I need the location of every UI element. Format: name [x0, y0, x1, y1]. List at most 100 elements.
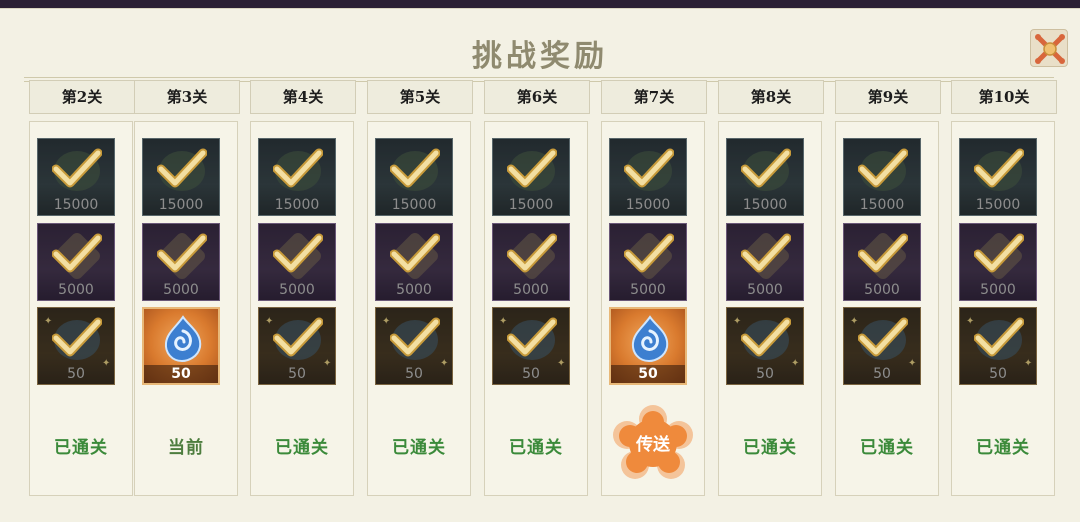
ore-reward[interactable]: 5000 [726, 223, 804, 301]
ore-reward[interactable]: 5000 [959, 223, 1037, 301]
reward-amount: 15000 [274, 197, 320, 213]
reward-amount: 5000 [864, 282, 900, 298]
checkmark-icon [273, 233, 323, 273]
reward-amount: 50 [144, 365, 218, 383]
checkmark-icon [390, 317, 440, 357]
reward-amount: 50 [405, 366, 423, 382]
stage-cleared-status: 已通关 [743, 438, 797, 458]
silver-coin-reward[interactable]: 15000 [142, 138, 220, 216]
reward-amount: 50 [873, 366, 891, 382]
silver-coin-reward[interactable]: 15000 [492, 138, 570, 216]
gem-reward[interactable]: ✦ ✦ 50 [258, 307, 336, 385]
ore-reward[interactable]: 5000 [609, 223, 687, 301]
checkmark-icon [52, 233, 102, 273]
checkmark-icon [858, 317, 908, 357]
gem-reward[interactable]: ✦ ✦ 50 [375, 307, 453, 385]
stage-label: 第9关 [835, 80, 941, 114]
silver-coin-reward[interactable]: 15000 [843, 138, 921, 216]
checkmark-icon [858, 233, 908, 273]
spiral-gem-icon [631, 315, 669, 363]
checkmark-icon [507, 148, 557, 188]
reward-amount: 15000 [625, 197, 671, 213]
checkmark-icon [624, 233, 674, 273]
reward-amount: 5000 [630, 282, 666, 298]
reward-amount: 5000 [279, 282, 315, 298]
silver-coin-reward[interactable]: 15000 [375, 138, 453, 216]
gem-reward[interactable]: 50 [142, 307, 220, 385]
checkmark-icon [390, 148, 440, 188]
checkmark-icon [741, 148, 791, 188]
reward-amount: 15000 [859, 197, 905, 213]
reward-amount: 50 [67, 366, 85, 382]
stage-label: 第3关 [134, 80, 240, 114]
silver-coin-reward[interactable]: 15000 [258, 138, 336, 216]
checkmark-icon [507, 233, 557, 273]
stage-label: 第5关 [367, 80, 473, 114]
stage-cleared-status: 已通关 [54, 438, 108, 458]
stage-label: 第4关 [250, 80, 356, 114]
reward-amount: 50 [989, 366, 1007, 382]
stage-cleared-status: 已通关 [976, 438, 1030, 458]
stage-cleared-status: 已通关 [392, 438, 446, 458]
reward-amount: 15000 [391, 197, 437, 213]
ore-reward[interactable]: 5000 [492, 223, 570, 301]
reward-amount: 50 [611, 365, 685, 383]
checkmark-icon [390, 233, 440, 273]
gem-reward[interactable]: ✦ ✦ 50 [959, 307, 1037, 385]
silver-coin-reward[interactable]: 15000 [959, 138, 1037, 216]
stage-cleared-status: 已通关 [860, 438, 914, 458]
silver-coin-reward[interactable]: 15000 [726, 138, 804, 216]
gem-reward[interactable]: ✦ ✦ 50 [492, 307, 570, 385]
reward-amount: 5000 [58, 282, 94, 298]
checkmark-icon [741, 317, 791, 357]
reward-amount: 5000 [980, 282, 1016, 298]
checkmark-icon [974, 233, 1024, 273]
checkmark-icon [974, 148, 1024, 188]
checkmark-icon [52, 317, 102, 357]
reward-amount: 50 [756, 366, 774, 382]
stage-label: 第2关 [29, 80, 135, 114]
ore-reward[interactable]: 5000 [142, 223, 220, 301]
title-divider [24, 77, 1054, 78]
gem-reward[interactable]: ✦ ✦ 50 [37, 307, 115, 385]
teleport-label: 传送 [636, 435, 670, 455]
reward-amount: 5000 [163, 282, 199, 298]
gem-reward[interactable]: ✦ ✦ 50 [843, 307, 921, 385]
checkmark-icon [858, 148, 908, 188]
checkmark-icon [741, 233, 791, 273]
stage-label: 第10关 [951, 80, 1057, 114]
stage-cleared-status: 已通关 [275, 438, 329, 458]
close-x-icon [1035, 34, 1065, 64]
checkmark-icon [974, 317, 1024, 357]
spiral-gem-icon [164, 315, 202, 363]
ore-reward[interactable]: 5000 [843, 223, 921, 301]
ore-reward[interactable]: 5000 [258, 223, 336, 301]
reward-amount: 15000 [742, 197, 788, 213]
reward-amount: 5000 [396, 282, 432, 298]
reward-amount: 5000 [513, 282, 549, 298]
gem-reward[interactable]: ✦ ✦ 50 [726, 307, 804, 385]
stage-cleared-status: 已通关 [509, 438, 563, 458]
current-stage-status: 当前 [168, 438, 204, 458]
silver-coin-reward[interactable]: 15000 [37, 138, 115, 216]
reward-amount: 15000 [975, 197, 1021, 213]
reward-amount: 50 [522, 366, 540, 382]
top-bar [0, 0, 1080, 8]
checkmark-icon [273, 148, 323, 188]
reward-amount: 50 [288, 366, 306, 382]
teleport-button[interactable]: 传送 [613, 405, 693, 481]
reward-amount: 15000 [508, 197, 554, 213]
checkmark-icon [157, 233, 207, 273]
stage-label: 第6关 [484, 80, 590, 114]
checkmark-icon [507, 317, 557, 357]
gem-reward[interactable]: 50 [609, 307, 687, 385]
ore-reward[interactable]: 5000 [375, 223, 453, 301]
silver-coin-reward[interactable]: 15000 [609, 138, 687, 216]
stage-label: 第8关 [718, 80, 824, 114]
close-button[interactable] [1030, 29, 1068, 67]
checkmark-icon [157, 148, 207, 188]
ore-reward[interactable]: 5000 [37, 223, 115, 301]
checkmark-icon [273, 317, 323, 357]
checkmark-icon [52, 148, 102, 188]
reward-amount: 5000 [747, 282, 783, 298]
